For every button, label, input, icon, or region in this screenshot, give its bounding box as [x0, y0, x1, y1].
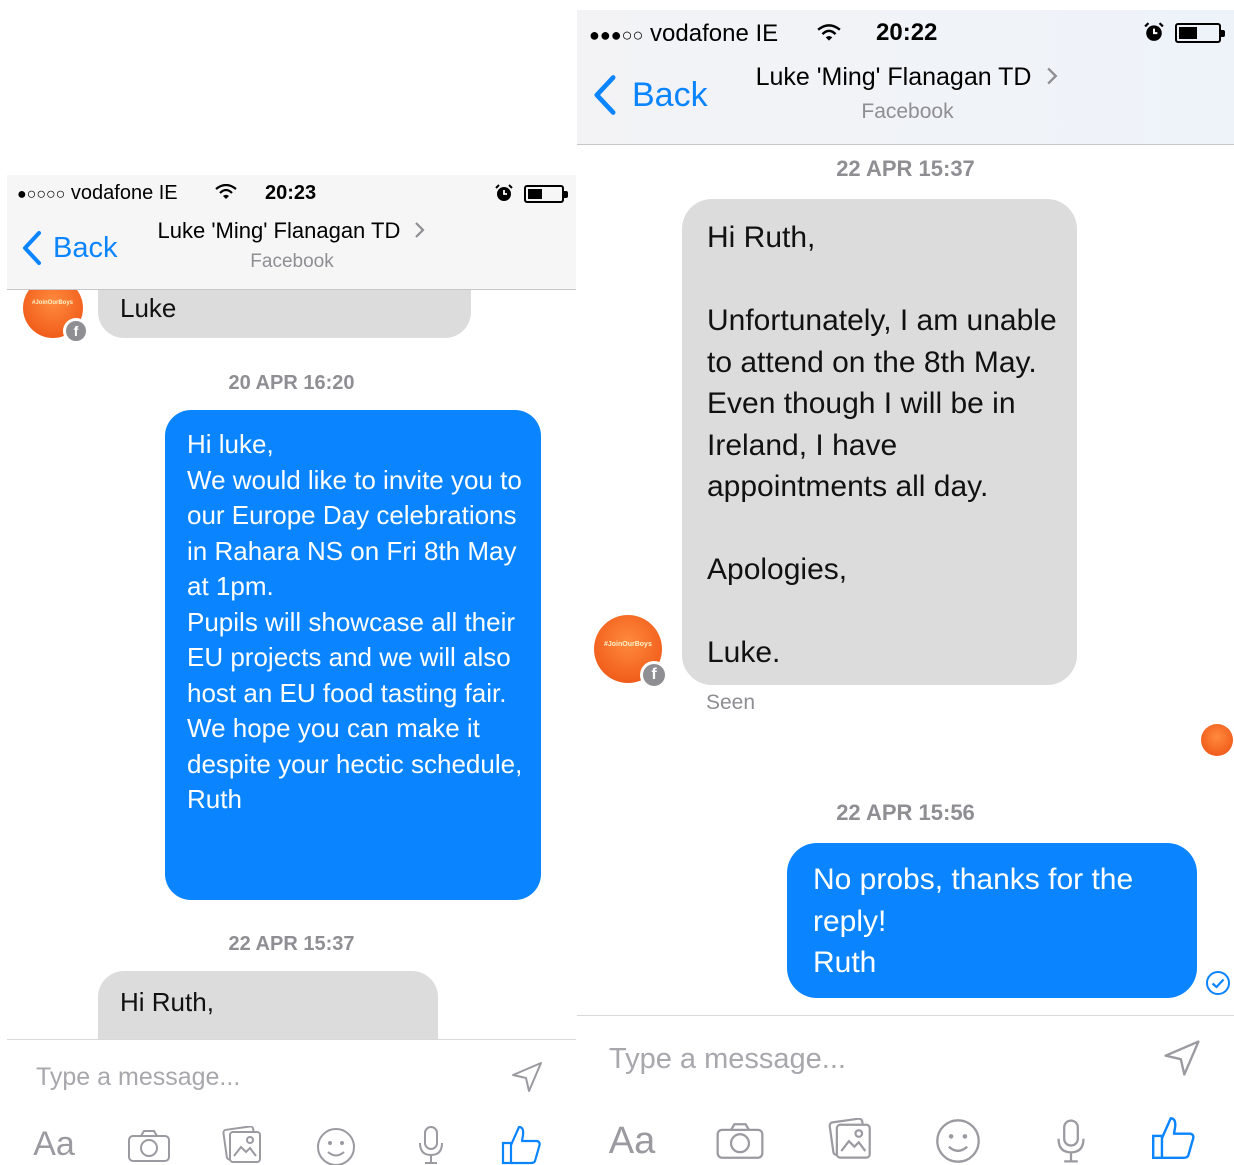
facebook-badge-icon: f — [640, 661, 668, 689]
wifi-icon — [817, 24, 841, 41]
battery-icon — [1175, 23, 1225, 43]
battery-icon — [524, 185, 568, 203]
wifi-icon — [215, 184, 237, 199]
back-label: Back — [632, 75, 708, 114]
right-screenshot: ●●●○○ vodafone IE 20:22 Back Luke 'Ming'… — [577, 10, 1234, 1165]
text-tool-label: Aa — [33, 1124, 75, 1163]
signal-dots: ●○○○○ — [17, 186, 66, 203]
contact-title[interactable]: Luke 'Ming' Flanagan TD — [735, 63, 1080, 92]
back-button[interactable]: Back — [592, 74, 708, 116]
send-icon[interactable] — [510, 1060, 544, 1094]
message-input[interactable]: Type a message... — [609, 1043, 846, 1076]
message-composer: Type a message... Aa — [577, 1015, 1234, 1165]
previous-message-text: Luke — [120, 293, 177, 323]
response-message-text: No probs, thanks for the reply! Ruth — [813, 863, 1134, 979]
timestamp: 22 APR 15:37 — [836, 156, 975, 181]
contact-name: Luke 'Ming' Flanagan TD — [755, 63, 1032, 91]
seen-label: Seen — [706, 691, 756, 714]
text-tool-button[interactable]: Aa — [601, 1118, 663, 1164]
chat-header: ●●●○○ vodafone IE 20:22 Back Luke 'Ming'… — [577, 10, 1234, 145]
gallery-icon[interactable] — [827, 1118, 873, 1160]
composer-toolbar: Aa — [7, 1123, 576, 1165]
avatar-tag: #JoinOurBoys — [32, 300, 74, 306]
carrier-name: vodafone IE — [70, 182, 178, 204]
carrier-signal: ●○○○○ vodafone IE — [17, 182, 178, 205]
avatar-tag: #JoinOurBoys — [604, 641, 652, 648]
emoji-icon[interactable] — [316, 1127, 356, 1165]
alarm-icon — [495, 184, 513, 201]
contact-subtitle: Facebook — [861, 100, 954, 123]
microphone-icon[interactable] — [416, 1125, 446, 1165]
back-button[interactable]: Back — [21, 230, 117, 266]
thumbs-up-icon[interactable] — [1151, 1114, 1197, 1160]
reply-message-text: Hi Ruth, Unfortunately, I am unable to a… — [707, 221, 1057, 669]
delivered-check-icon — [1206, 971, 1230, 995]
facebook-badge-icon: f — [63, 318, 89, 344]
invite-message-bubble[interactable]: Hi luke, We would like to invite you to … — [165, 410, 541, 900]
timestamp: 20 APR 16:20 — [228, 372, 355, 394]
send-icon[interactable] — [1162, 1038, 1202, 1078]
read-receipt-avatar — [1201, 724, 1233, 756]
timestamp: 22 APR 15:37 — [228, 933, 355, 955]
composer-toolbar: Aa — [577, 1117, 1234, 1164]
contact-title[interactable]: Luke 'Ming' Flanagan TD — [147, 218, 437, 244]
text-tool-button[interactable]: Aa — [27, 1123, 81, 1165]
back-label: Back — [53, 231, 118, 264]
thumbs-up-icon[interactable] — [501, 1123, 543, 1165]
text-tool-label: Aa — [608, 1119, 656, 1162]
contact-name: Luke 'Ming' Flanagan TD — [157, 218, 401, 243]
microphone-icon[interactable] — [1054, 1118, 1088, 1164]
camera-icon[interactable] — [127, 1129, 171, 1163]
contact-subtitle: Facebook — [250, 251, 334, 272]
clock: 20:22 — [876, 19, 938, 46]
reply-message-bubble[interactable]: Hi Ruth, Unfortunately, I am unable to a… — [682, 199, 1077, 685]
chat-header: ●○○○○ vodafone IE 20:23 Back Luke 'Ming'… — [7, 175, 576, 290]
back-chevron-icon — [23, 231, 41, 265]
alarm-icon — [1144, 22, 1164, 41]
response-message-bubble[interactable]: No probs, thanks for the reply! Ruth — [787, 843, 1197, 998]
title-chevron-icon — [1047, 67, 1058, 85]
invite-message-text: Hi luke, We would like to invite you to … — [187, 429, 523, 814]
message-composer: Type a message... Aa — [7, 1039, 576, 1165]
title-chevron-icon — [415, 222, 426, 238]
back-chevron-icon — [594, 75, 616, 115]
emoji-icon[interactable] — [935, 1118, 981, 1164]
camera-icon[interactable] — [715, 1122, 765, 1160]
status-bar: ●○○○○ vodafone IE 20:23 — [7, 175, 576, 211]
status-bar: ●●●○○ vodafone IE 20:22 — [577, 10, 1234, 54]
clock: 20:23 — [265, 182, 317, 204]
partial-reply-text: Hi Ruth, — [120, 987, 214, 1017]
carrier-signal: ●●●○○ vodafone IE — [589, 20, 778, 48]
signal-dots: ●●●○○ — [589, 25, 644, 45]
message-input[interactable]: Type a message... — [36, 1063, 240, 1092]
timestamp: 22 APR 15:56 — [836, 800, 975, 825]
left-screenshot: Luke #JoinOurBoys f 20 APR 16:20 Hi luke… — [7, 175, 576, 1165]
carrier-name: vodafone IE — [650, 20, 779, 47]
gallery-icon[interactable] — [221, 1126, 263, 1164]
contact-avatar[interactable]: #JoinOurBoys f — [594, 615, 668, 689]
